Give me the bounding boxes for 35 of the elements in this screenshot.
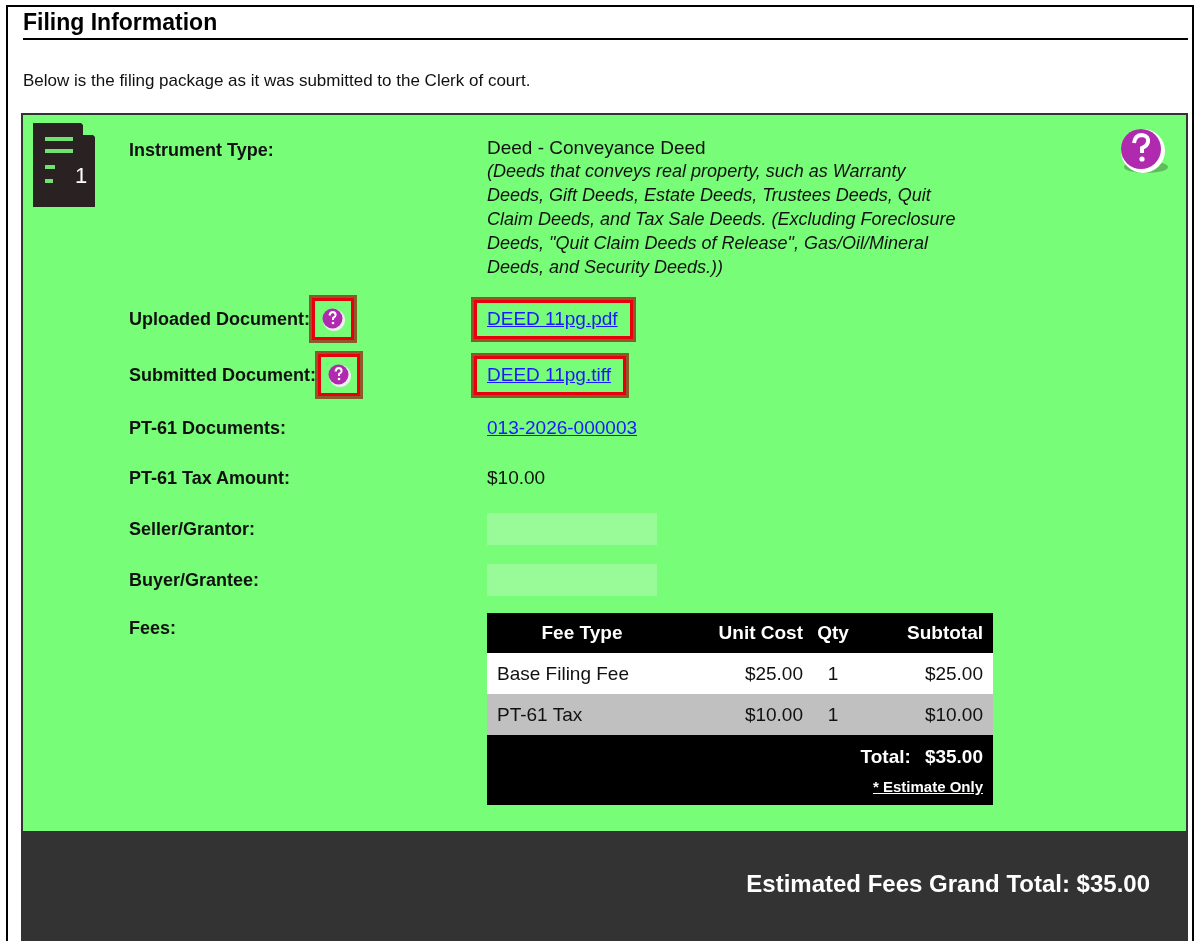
tax-amount: $10.00 — [487, 466, 546, 491]
table-cell-text: $25.00 — [743, 661, 803, 686]
field-label: Instrument Type: — [129, 140, 274, 161]
instrument-type: Deed - Conveyance Deed — [487, 137, 707, 160]
field-label: PT-61 Tax Amount: — [129, 466, 290, 490]
column-header: Fee Type — [540, 621, 624, 646]
total-value: $35.00 — [924, 745, 983, 770]
document-link[interactable]: DEED 11pg.tiff — [487, 364, 611, 386]
document-link[interactable]: DEED 11pg.pdf — [487, 308, 618, 330]
table-cell-text: 1 — [826, 661, 840, 686]
field-label: Buyer/Grantee: — [129, 568, 260, 592]
column-header: Qty — [816, 621, 850, 646]
description-text: Below is the filing package as it was submitted to the Clerk of court. — [23, 69, 532, 92]
column-header: Unit Cost — [717, 621, 803, 646]
document-link[interactable]: 013-2026-000003 — [487, 417, 638, 439]
field-label: Submitted Document: — [129, 363, 316, 387]
help-icon[interactable] — [326, 362, 352, 389]
table-cell-text: PT-61 Tax — [496, 702, 584, 727]
field-label: Uploaded Document: — [129, 307, 310, 331]
document-icon: 1 — [33, 123, 95, 208]
field-label: Seller/Grantor: — [129, 517, 256, 541]
field-label: Fees: — [129, 618, 177, 639]
column-header: Subtotal — [906, 621, 984, 646]
table-cell-text: $25.00 — [923, 661, 984, 686]
grand-total-text: Estimated Fees Grand Total: $35.00 — [746, 869, 1150, 900]
total-label: Total: — [860, 745, 911, 770]
help-icon[interactable] — [320, 306, 346, 333]
section-title: Filing Information — [23, 9, 219, 35]
table-cell-text: Base Filing Fee — [496, 661, 630, 686]
table-cell-text: $10.00 — [923, 702, 984, 727]
estimate-only-link[interactable]: * Estimate Only — [872, 775, 983, 799]
instrument-description: (Deeds that conveys real property, such as Warranty Deeds, Gift Deeds, Estate Deeds, Trustees Deeds, Quit Claim Deeds, and Tax Sale Deeds. (Excluding Foreclosure Deeds, "Quit Claim Deeds of Release", Gas/Oil/Mineral Deeds, and Security Deeds.)) — [487, 160, 957, 280]
table-cell-text: 1 — [826, 702, 840, 727]
field-label: PT-61 Documents: — [129, 416, 287, 440]
table-cell-text: $10.00 — [743, 702, 803, 727]
